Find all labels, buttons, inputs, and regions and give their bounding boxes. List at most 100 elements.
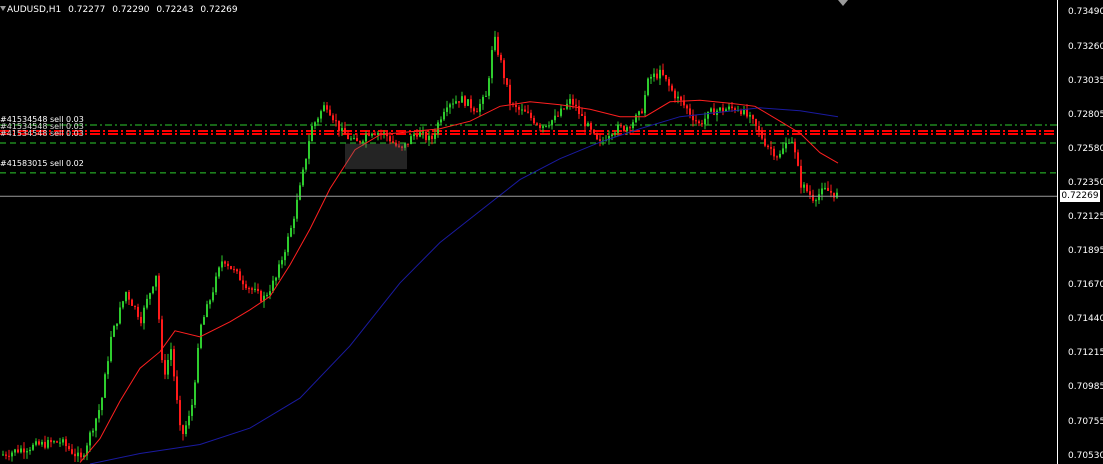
bear-candle [224, 261, 226, 264]
bull-candle [155, 275, 157, 287]
bull-candle [782, 148, 784, 154]
bear-candle [326, 105, 328, 110]
bull-candle [104, 374, 106, 398]
bear-candle [596, 133, 598, 140]
bear-candle [557, 115, 559, 117]
shift-marker-icon[interactable] [838, 0, 848, 6]
bull-candle [350, 138, 352, 140]
bull-candle [272, 280, 274, 292]
bear-candle [17, 449, 19, 453]
bull-candle [362, 141, 364, 143]
bear-candle [44, 441, 46, 448]
bear-candle [827, 187, 829, 191]
bull-candle [77, 452, 79, 457]
bear-candle [23, 448, 25, 453]
bear-candle [800, 165, 802, 188]
bull-candle [287, 236, 289, 253]
order-label-sell-2[interactable]: #41583015 sell 0.02 [0, 159, 84, 168]
bear-candle [584, 115, 586, 127]
price-axis-border [1057, 0, 1058, 464]
moving-averages [79, 99, 839, 464]
bear-candle [746, 108, 748, 117]
bear-candle [797, 152, 799, 166]
bull-candle [521, 109, 523, 111]
price-tick: 0.73035 [1068, 75, 1103, 86]
bear-candle [536, 123, 538, 125]
bull-candle [191, 404, 193, 416]
bear-candle [500, 54, 502, 61]
bull-candle [41, 441, 43, 445]
bear-candle [257, 288, 259, 291]
bull-candle [59, 442, 61, 444]
bear-candle [173, 349, 175, 377]
bull-candle [461, 96, 463, 103]
bull-candle [818, 194, 820, 201]
bull-candle [650, 76, 652, 79]
bull-candle [2, 454, 4, 456]
bear-candle [722, 107, 724, 112]
bear-candle [641, 111, 643, 114]
bull-candle [152, 286, 154, 294]
bear-candle [575, 104, 577, 107]
bear-candle [158, 275, 160, 320]
bull-candle [587, 123, 589, 127]
bear-candle [179, 400, 181, 426]
bull-candle [110, 336, 112, 362]
bear-candle [470, 99, 472, 109]
bull-candle [377, 133, 379, 135]
bear-candle [71, 449, 73, 454]
bear-candle [473, 108, 475, 112]
bull-candle [371, 133, 373, 136]
bear-candle [137, 306, 139, 317]
bull-candle [635, 114, 637, 123]
bear-candle [497, 36, 499, 55]
bear-candle [590, 123, 592, 130]
bull-candle [443, 111, 445, 120]
bull-candle [11, 452, 13, 457]
bull-candle [821, 188, 823, 195]
bear-candle [764, 138, 766, 146]
bear-candle [752, 115, 754, 120]
bear-candle [695, 120, 697, 122]
bear-candle [38, 441, 40, 445]
bull-candle [434, 133, 436, 139]
bull-candle [788, 142, 790, 144]
bull-candle [311, 126, 313, 142]
bull-candle [422, 131, 424, 133]
price-chart[interactable] [0, 0, 1057, 464]
bear-candle [623, 125, 625, 132]
bull-candle [365, 134, 367, 142]
bull-candle [485, 95, 487, 97]
bull-candle [275, 277, 277, 281]
bear-candle [140, 316, 142, 324]
bull-candle [92, 430, 94, 433]
bull-candle [488, 78, 490, 96]
bull-candle [62, 439, 64, 443]
bull-candle [212, 292, 214, 301]
bear-candle [680, 96, 682, 101]
bear-candle [503, 60, 505, 79]
bear-candle [665, 74, 667, 80]
ohlc-close: 0.72269 [200, 5, 238, 15]
bear-candle [767, 145, 769, 148]
bull-candle [545, 126, 547, 128]
bear-candle [392, 141, 394, 143]
price-tick: 0.71895 [1068, 246, 1103, 257]
bull-candle [638, 111, 640, 115]
bear-candle [425, 131, 427, 141]
bull-candle [785, 142, 787, 149]
bear-candle [230, 266, 232, 270]
bull-candle [569, 98, 571, 104]
bear-candle [581, 113, 583, 116]
bear-candle [131, 299, 133, 306]
bull-candle [221, 261, 223, 268]
bull-candle [428, 135, 430, 141]
bear-candle [332, 115, 334, 121]
chart-window[interactable]: AUDUSD,H1 0.72277 0.72290 0.72243 0.7226… [0, 0, 1103, 464]
bull-candle [107, 361, 109, 375]
bull-candle [32, 444, 34, 450]
bear-candle [662, 69, 664, 75]
bull-candle [632, 122, 634, 129]
bull-candle [410, 136, 412, 145]
bull-candle [53, 441, 55, 443]
